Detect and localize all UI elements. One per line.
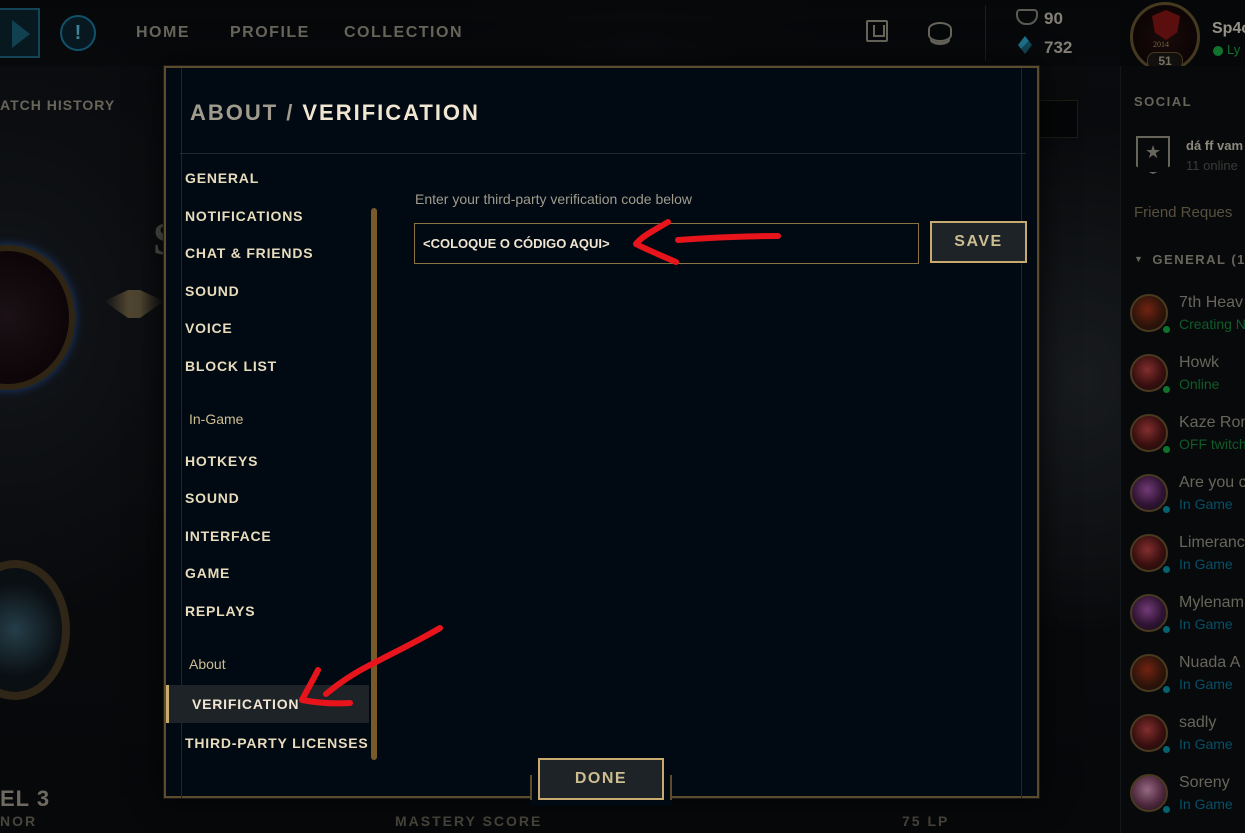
menu-scrollbar[interactable] (371, 208, 377, 760)
menu-group-about: About (189, 656, 226, 672)
menu-item-ingame-sound[interactable]: SOUND (185, 490, 240, 506)
save-button[interactable]: SAVE (930, 221, 1027, 263)
verification-code-input[interactable] (414, 223, 919, 264)
menu-item-voice[interactable]: VOICE (185, 320, 233, 336)
menu-item-block-list[interactable]: BLOCK LIST (185, 358, 277, 374)
menu-item-general[interactable]: GENERAL (185, 170, 259, 186)
menu-item-sound[interactable]: SOUND (185, 283, 240, 299)
menu-item-third-party-licenses[interactable]: THIRD-PARTY LICENSES (185, 735, 369, 751)
menu-item-game[interactable]: GAME (185, 565, 230, 581)
done-frame-right (664, 775, 672, 800)
page-title: VERIFICATION (302, 100, 480, 125)
menu-item-verification[interactable]: VERIFICATION (166, 685, 369, 723)
breadcrumb-separator: / (286, 100, 295, 125)
menu-item-interface[interactable]: INTERFACE (185, 528, 272, 544)
menu-group-in-game: In-Game (189, 411, 244, 427)
breadcrumb: ABOUT / VERIFICATION (190, 100, 480, 126)
done-frame-left (530, 775, 538, 800)
menu-item-notifications[interactable]: NOTIFICATIONS (185, 208, 303, 224)
menu-item-chat-friends[interactable]: CHAT & FRIENDS (185, 245, 313, 261)
done-button[interactable]: DONE (538, 758, 664, 800)
menu-item-hotkeys[interactable]: HOTKEYS (185, 453, 258, 469)
header-divider (180, 153, 1026, 154)
settings-modal: ABOUT / VERIFICATION GENERAL NOTIFICATIONS… (164, 66, 1039, 806)
breadcrumb-parent: ABOUT (190, 100, 279, 125)
verification-instructions: Enter your third-party verification code… (415, 191, 693, 207)
menu-item-replays[interactable]: REPLAYS (185, 603, 255, 619)
menu-item-verification-label: VERIFICATION (192, 696, 300, 712)
